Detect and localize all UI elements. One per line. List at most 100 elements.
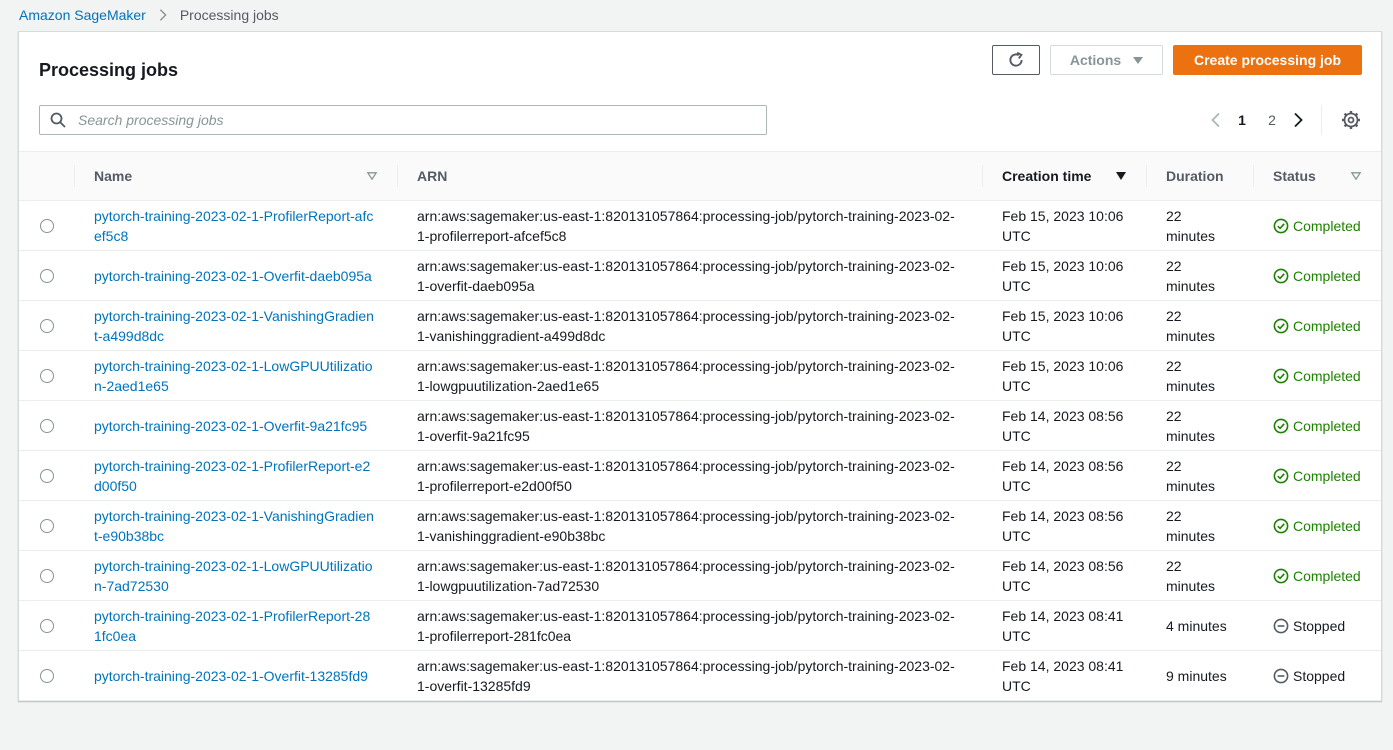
chevron-right-icon (159, 9, 167, 21)
status-badge: Completed (1273, 416, 1361, 436)
creation-time-cell: Feb 14, 2023 08:56 UTC (1002, 507, 1124, 544)
duration-cell: 22 minutes (1166, 307, 1216, 344)
arn-cell: arn:aws:sagemaker:us-east-1:820131057864… (397, 401, 982, 451)
job-name-link[interactable]: pytorch-training-2023-02-1-ProfilerRepor… (94, 208, 373, 244)
status-label: Completed (1293, 217, 1361, 234)
status-badge: Completed (1273, 216, 1361, 236)
check-circle-icon (1273, 368, 1289, 383)
status-cell: Completed (1253, 351, 1381, 401)
table-row[interactable]: pytorch-training-2023-02-1-ProfilerRepor… (19, 601, 1381, 651)
breadcrumb-sagemaker-link[interactable]: Amazon SageMaker (19, 6, 146, 24)
stopped-circle-icon (1273, 668, 1289, 683)
creation-time-column-header[interactable]: Creation time (982, 151, 1146, 201)
job-name-link[interactable]: pytorch-training-2023-02-1-Overfit-9a21f… (94, 418, 367, 434)
table-row[interactable]: pytorch-training-2023-02-1-ProfilerRepor… (19, 201, 1381, 251)
job-name-link[interactable]: pytorch-training-2023-02-1-ProfilerRepor… (94, 608, 370, 644)
job-name-link[interactable]: pytorch-training-2023-02-1-LowGPUUtiliza… (94, 358, 373, 394)
actions-button[interactable]: Actions (1050, 45, 1163, 75)
job-name-link[interactable]: pytorch-training-2023-02-1-VanishingGrad… (94, 308, 374, 344)
arn-cell: arn:aws:sagemaker:us-east-1:820131057864… (397, 501, 982, 551)
creation-time-header-label: Creation time (1002, 168, 1092, 184)
job-name-link[interactable]: pytorch-training-2023-02-1-LowGPUUtiliza… (94, 558, 373, 594)
arn-cell: arn:aws:sagemaker:us-east-1:820131057864… (397, 551, 982, 601)
select-cell (19, 551, 74, 601)
processing-jobs-panel: Processing jobs Actions Create processin… (18, 31, 1382, 701)
table-row[interactable]: pytorch-training-2023-02-1-ProfilerRepor… (19, 451, 1381, 501)
job-arn: arn:aws:sagemaker:us-east-1:820131057864… (417, 507, 955, 544)
job-arn: arn:aws:sagemaker:us-east-1:820131057864… (417, 257, 955, 294)
status-label: Completed (1293, 467, 1361, 484)
job-name-link[interactable]: pytorch-training-2023-02-1-Overfit-daeb0… (94, 268, 372, 284)
select-cell (19, 501, 74, 551)
previous-page-button[interactable] (1205, 109, 1227, 131)
row-select-radio[interactable] (40, 318, 54, 333)
row-select-radio[interactable] (40, 468, 54, 483)
status-cell: Completed (1253, 451, 1381, 501)
table-row[interactable]: pytorch-training-2023-02-1-LowGPUUtiliza… (19, 551, 1381, 601)
page-1-button[interactable]: 1 (1227, 112, 1257, 128)
name-cell: pytorch-training-2023-02-1-ProfilerRepor… (74, 451, 397, 501)
select-cell (19, 451, 74, 501)
select-cell (19, 351, 74, 401)
job-name-link[interactable]: pytorch-training-2023-02-1-Overfit-13285… (94, 668, 368, 684)
row-select-radio[interactable] (40, 368, 54, 383)
name-cell: pytorch-training-2023-02-1-VanishingGrad… (74, 501, 397, 551)
table-row[interactable]: pytorch-training-2023-02-1-LowGPUUtiliza… (19, 351, 1381, 401)
check-circle-icon (1273, 218, 1289, 233)
table-row[interactable]: pytorch-training-2023-02-1-VanishingGrad… (19, 501, 1381, 551)
breadcrumb: Amazon SageMaker Processing jobs (19, 6, 279, 24)
job-arn: arn:aws:sagemaker:us-east-1:820131057864… (417, 307, 955, 344)
name-cell: pytorch-training-2023-02-1-Overfit-13285… (74, 651, 397, 701)
select-cell (19, 251, 74, 301)
row-select-radio[interactable] (40, 518, 54, 533)
check-circle-icon (1273, 418, 1289, 433)
check-circle-icon (1273, 518, 1289, 533)
row-select-radio[interactable] (40, 668, 54, 683)
duration-cell: 4 minutes (1166, 617, 1227, 634)
table-row[interactable]: pytorch-training-2023-02-1-Overfit-13285… (19, 651, 1381, 701)
table-row[interactable]: pytorch-training-2023-02-1-Overfit-daeb0… (19, 251, 1381, 301)
duration-cell: 22 minutes (1166, 207, 1216, 244)
name-header-label: Name (94, 168, 133, 184)
name-cell: pytorch-training-2023-02-1-Overfit-daeb0… (74, 251, 397, 301)
gear-icon[interactable] (1341, 110, 1361, 130)
page-2-button[interactable]: 2 (1257, 112, 1287, 128)
table-row[interactable]: pytorch-training-2023-02-1-VanishingGrad… (19, 301, 1381, 351)
job-arn: arn:aws:sagemaker:us-east-1:820131057864… (417, 607, 955, 644)
next-page-button[interactable] (1287, 109, 1309, 131)
sort-icon (1351, 172, 1361, 180)
duration-header-label: Duration (1166, 168, 1224, 184)
status-label: Completed (1293, 267, 1361, 284)
name-column-header[interactable]: Name (74, 151, 397, 201)
row-select-radio[interactable] (40, 268, 54, 283)
creation-time-cell: Feb 14, 2023 08:56 UTC (1002, 557, 1124, 594)
refresh-button[interactable] (992, 45, 1040, 75)
creation-time-cell: Feb 15, 2023 10:06 UTC (1002, 307, 1124, 344)
check-circle-icon (1273, 318, 1289, 333)
status-column-header[interactable]: Status (1253, 151, 1381, 201)
duration-cell: 9 minutes (1166, 667, 1227, 684)
status-cell: Completed (1253, 501, 1381, 551)
select-cell (19, 201, 74, 251)
refresh-icon (1009, 51, 1023, 67)
row-select-radio[interactable] (40, 218, 54, 233)
search-input[interactable] (76, 107, 756, 133)
row-select-radio[interactable] (40, 568, 54, 583)
creation-time-cell: Feb 15, 2023 10:06 UTC (1002, 357, 1124, 394)
row-select-radio[interactable] (40, 618, 54, 633)
table-row[interactable]: pytorch-training-2023-02-1-Overfit-9a21f… (19, 401, 1381, 451)
status-badge: Completed (1273, 516, 1361, 536)
job-name-link[interactable]: pytorch-training-2023-02-1-VanishingGrad… (94, 508, 374, 544)
chevron-left-icon (1211, 112, 1220, 128)
job-arn: arn:aws:sagemaker:us-east-1:820131057864… (417, 357, 955, 394)
duration-cell: 22 minutes (1166, 457, 1216, 494)
arn-cell: arn:aws:sagemaker:us-east-1:820131057864… (397, 251, 982, 301)
name-cell: pytorch-training-2023-02-1-LowGPUUtiliza… (74, 351, 397, 401)
job-arn: arn:aws:sagemaker:us-east-1:820131057864… (417, 557, 955, 594)
job-name-link[interactable]: pytorch-training-2023-02-1-ProfilerRepor… (94, 458, 370, 494)
create-processing-job-button[interactable]: Create processing job (1173, 45, 1362, 75)
arn-cell: arn:aws:sagemaker:us-east-1:820131057864… (397, 201, 982, 251)
duration-cell: 22 minutes (1166, 357, 1216, 394)
row-select-radio[interactable] (40, 418, 54, 433)
processing-jobs-table: Name ARN Creation time Duration Status p… (19, 151, 1381, 701)
